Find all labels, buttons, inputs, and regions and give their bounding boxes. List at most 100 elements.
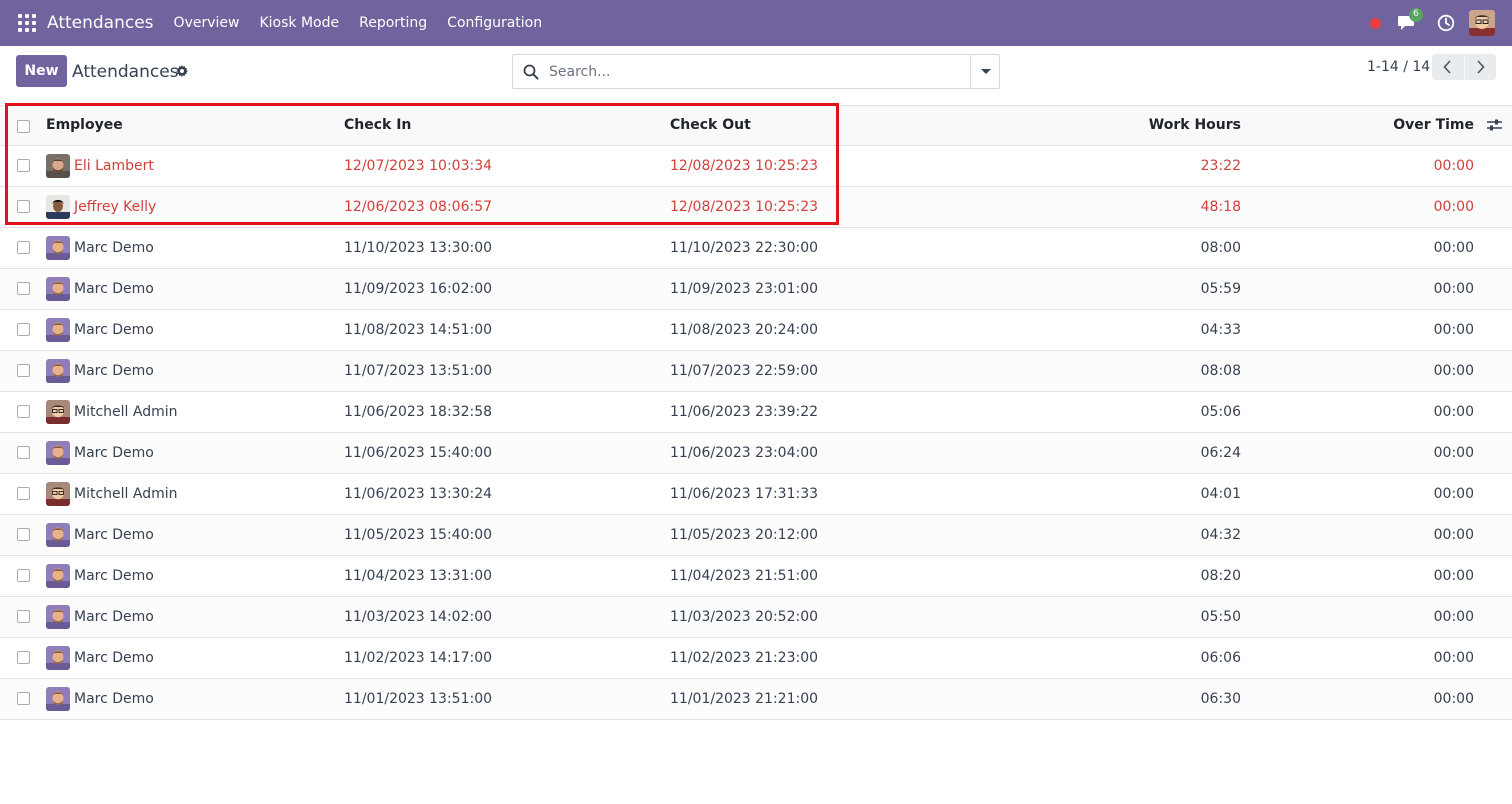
over-time-value: 00:00 [1433,527,1474,543]
row-checkbox[interactable] [17,487,30,500]
row-checkbox[interactable] [17,405,30,418]
work-hours-value: 05:50 [1200,609,1241,625]
table-row[interactable]: Mitchell Admin 11/06/2023 18:32:58 11/06/2… [0,392,1512,433]
optional-columns-icon[interactable] [1487,118,1502,132]
select-all-checkbox[interactable] [17,120,30,133]
over-time-value: 00:00 [1433,486,1474,502]
user-avatar[interactable] [1469,10,1495,36]
table-header: Employee Check In Check Out Work Hours O… [0,106,1512,146]
row-checkbox[interactable] [17,323,30,336]
apps-menu-icon[interactable] [18,14,36,32]
column-header-employee[interactable]: Employee [46,106,123,146]
menu-kiosk-mode[interactable]: Kiosk Mode [249,0,349,46]
work-hours-value: 04:32 [1200,527,1241,543]
search-input[interactable] [549,60,969,84]
work-hours-value: 04:01 [1200,486,1241,502]
column-header-over-time[interactable]: Over Time [1393,106,1474,146]
work-hours-value: 06:30 [1200,691,1241,707]
row-checkbox[interactable] [17,610,30,623]
employee-name: Marc Demo [74,609,154,625]
record-indicator-icon[interactable] [1370,17,1381,29]
menu-reporting[interactable]: Reporting [349,0,437,46]
row-checkbox[interactable] [17,528,30,541]
column-header-check-out[interactable]: Check Out [670,106,751,146]
work-hours-value: 06:24 [1200,445,1241,461]
menu-overview[interactable]: Overview [164,0,250,46]
row-checkbox[interactable] [17,241,30,254]
check-in-value: 11/01/2023 13:51:00 [344,691,493,707]
search-icon[interactable] [523,64,539,80]
control-panel: New Attendances 1-14 / 14 [0,46,1512,106]
employee-name: Marc Demo [74,281,154,297]
table-row[interactable]: Marc Demo 11/04/2023 13:31:00 11/04/2023 2… [0,556,1512,597]
table-row[interactable]: Marc Demo 11/05/2023 15:40:00 11/05/2023 2… [0,515,1512,556]
pager-next-button[interactable] [1464,54,1496,80]
check-in-value: 11/08/2023 14:51:00 [344,322,493,338]
employee-name: Marc Demo [74,322,154,338]
column-header-check-in[interactable]: Check In [344,106,411,146]
row-checkbox[interactable] [17,446,30,459]
search-options-dropdown[interactable] [970,55,999,88]
messages-icon[interactable]: 6 [1397,8,1423,33]
table-row[interactable]: Marc Demo 11/07/2023 13:51:00 11/07/2023 2… [0,351,1512,392]
app-name[interactable]: Attendances [47,13,154,33]
table-row[interactable]: Marc Demo 11/10/2023 13:30:00 11/10/2023 2… [0,228,1512,269]
table-row[interactable]: Mitchell Admin 11/06/2023 13:30:24 11/06/2… [0,474,1512,515]
check-in-value: 12/07/2023 10:03:34 [344,158,493,174]
work-hours-value: 04:33 [1200,322,1241,338]
employee-avatar [46,441,70,465]
row-checkbox[interactable] [17,282,30,295]
check-in-value: 11/09/2023 16:02:00 [344,281,493,297]
employee-name: Mitchell Admin [74,404,178,420]
employee-avatar [46,318,70,342]
over-time-value: 00:00 [1433,691,1474,707]
row-checkbox[interactable] [17,651,30,664]
employee-avatar [46,195,70,219]
check-out-value: 12/08/2023 10:25:23 [670,158,819,174]
pager-value[interactable]: 1-14 / 14 [1367,59,1430,75]
column-header-work-hours[interactable]: Work Hours [1149,106,1241,146]
activity-clock-icon[interactable] [1437,14,1455,32]
over-time-value: 00:00 [1433,363,1474,379]
table-row[interactable]: Eli Lambert 12/07/2023 10:03:34 12/08/2023… [0,146,1512,187]
check-in-value: 12/06/2023 08:06:57 [344,199,493,215]
row-checkbox[interactable] [17,159,30,172]
check-in-value: 11/07/2023 13:51:00 [344,363,493,379]
table-body: Eli Lambert 12/07/2023 10:03:34 12/08/2023… [0,146,1512,720]
employee-name: Marc Demo [74,691,154,707]
over-time-value: 00:00 [1433,240,1474,256]
table-row[interactable]: Marc Demo 11/03/2023 14:02:00 11/03/2023 2… [0,597,1512,638]
table-row[interactable]: Marc Demo 11/01/2023 13:51:00 11/01/2023 2… [0,679,1512,720]
table-row[interactable]: Marc Demo 11/08/2023 14:51:00 11/08/2023 2… [0,310,1512,351]
employee-avatar [46,523,70,547]
work-hours-value: 05:06 [1200,404,1241,420]
top-navbar: Attendances Overview Kiosk Mode Reportin… [0,0,1512,46]
new-button[interactable]: New [16,55,67,87]
row-checkbox[interactable] [17,364,30,377]
check-out-value: 11/09/2023 23:01:00 [670,281,819,297]
check-out-value: 11/07/2023 22:59:00 [670,363,819,379]
table-row[interactable]: Marc Demo 11/06/2023 15:40:00 11/06/2023 2… [0,433,1512,474]
menu-configuration[interactable]: Configuration [437,0,552,46]
work-hours-value: 48:18 [1200,199,1241,215]
gear-icon[interactable] [176,65,188,77]
table-row[interactable]: Marc Demo 11/02/2023 14:17:00 11/02/2023 2… [0,638,1512,679]
employee-name: Jeffrey Kelly [74,199,157,215]
row-checkbox[interactable] [17,200,30,213]
check-out-value: 11/05/2023 20:12:00 [670,527,819,543]
employee-name: Marc Demo [74,568,154,584]
employee-avatar [46,277,70,301]
table-row[interactable]: Jeffrey Kelly 12/06/2023 08:06:57 12/08/20… [0,187,1512,228]
breadcrumb-title: Attendances [72,62,179,82]
pager-previous-button[interactable] [1432,54,1464,80]
table-row[interactable]: Marc Demo 11/09/2023 16:02:00 11/09/2023 2… [0,269,1512,310]
row-checkbox[interactable] [17,569,30,582]
work-hours-value: 08:00 [1200,240,1241,256]
check-out-value: 11/01/2023 21:21:00 [670,691,819,707]
check-in-value: 11/05/2023 15:40:00 [344,527,493,543]
check-in-value: 11/06/2023 13:30:24 [344,486,493,502]
employee-avatar [46,646,70,670]
employee-name: Marc Demo [74,240,154,256]
row-checkbox[interactable] [17,692,30,705]
check-in-value: 11/02/2023 14:17:00 [344,650,493,666]
